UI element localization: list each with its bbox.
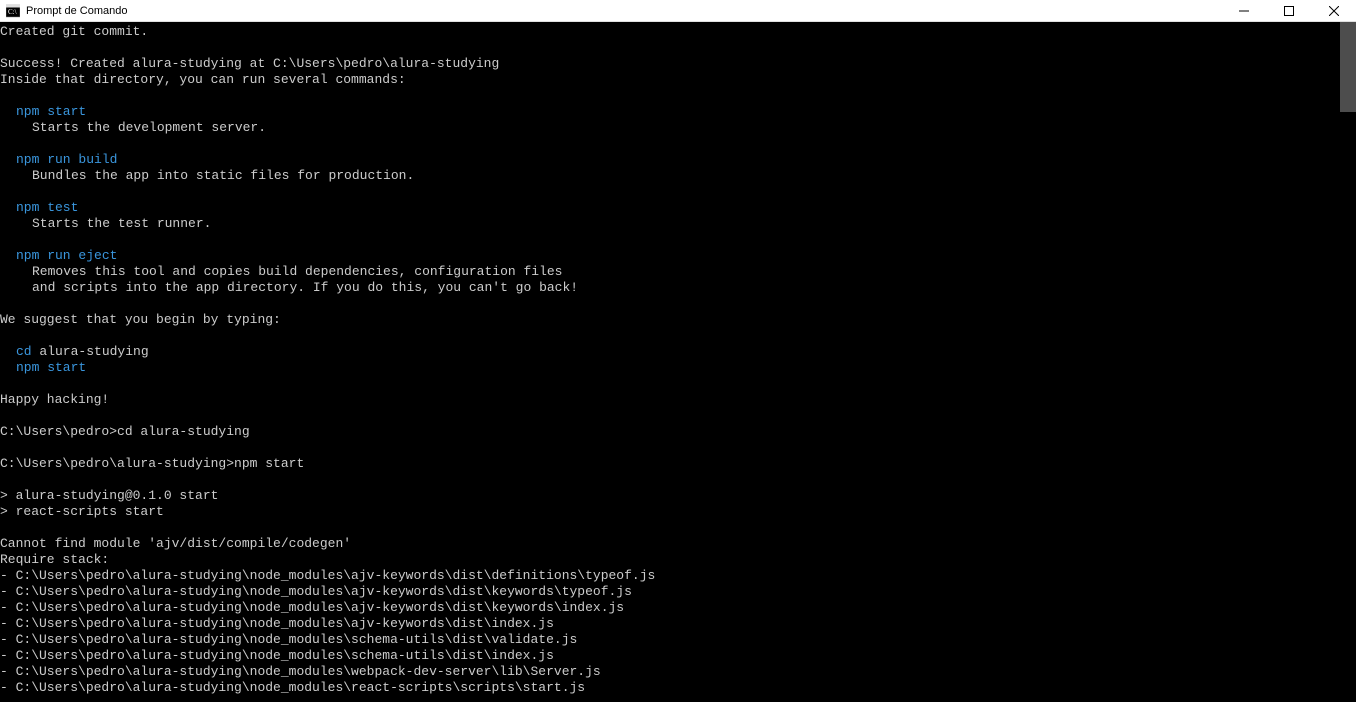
terminal-text: npm run build — [16, 152, 117, 167]
terminal-line: - C:\Users\pedro\alura-studying\node_mod… — [0, 600, 1340, 616]
terminal-line — [0, 472, 1340, 488]
terminal-text: Starts the development server. — [32, 120, 266, 135]
terminal-line: Cannot find module 'ajv/dist/compile/cod… — [0, 536, 1340, 552]
terminal-text: - C:\Users\pedro\alura-studying\node_mod… — [0, 648, 554, 663]
terminal-line: Starts the test runner. — [0, 216, 1340, 232]
terminal-line: - C:\Users\pedro\alura-studying\node_mod… — [0, 648, 1340, 664]
terminal-text: npm start — [16, 360, 86, 375]
terminal-text: Bundles the app into static files for pr… — [32, 168, 414, 183]
terminal-line — [0, 376, 1340, 392]
terminal-text: Inside that directory, you can run sever… — [0, 72, 406, 87]
terminal-text: npm start — [16, 104, 86, 119]
terminal-line: Success! Created alura-studying at C:\Us… — [0, 56, 1340, 72]
terminal-line — [0, 88, 1340, 104]
terminal-line — [0, 232, 1340, 248]
cmd-icon: C:\ — [6, 4, 20, 18]
terminal-line: - C:\Users\pedro\alura-studying\node_mod… — [0, 664, 1340, 680]
terminal-text: - C:\Users\pedro\alura-studying\node_mod… — [0, 616, 554, 631]
terminal-line — [0, 136, 1340, 152]
terminal-line: Starts the development server. — [0, 120, 1340, 136]
terminal-text: cd — [16, 344, 39, 359]
terminal-text: Success! Created alura-studying at C:\Us… — [0, 56, 499, 71]
maximize-button[interactable] — [1266, 0, 1311, 22]
terminal-text: Created git commit. — [0, 24, 148, 39]
terminal-text: - C:\Users\pedro\alura-studying\node_mod… — [0, 568, 655, 583]
terminal-line: - C:\Users\pedro\alura-studying\node_mod… — [0, 680, 1340, 696]
terminal-line: C:\Users\pedro\alura-studying>npm start — [0, 456, 1340, 472]
titlebar-left: C:\ Prompt de Comando — [6, 4, 128, 18]
terminal-text: - C:\Users\pedro\alura-studying\node_mod… — [0, 600, 624, 615]
terminal-line: - C:\Users\pedro\alura-studying\node_mod… — [0, 632, 1340, 648]
terminal-line — [0, 40, 1340, 56]
terminal-line: npm test — [0, 200, 1340, 216]
terminal-line: and scripts into the app directory. If y… — [0, 280, 1340, 296]
scrollbar-thumb[interactable] — [1340, 22, 1356, 112]
terminal-line: > react-scripts start — [0, 504, 1340, 520]
terminal-text: npm test — [16, 200, 78, 215]
terminal-text: C:\Users\pedro\alura-studying>npm start — [0, 456, 304, 471]
window-title: Prompt de Comando — [26, 5, 128, 17]
terminal-text: alura-studying — [39, 344, 148, 359]
terminal-text: - C:\Users\pedro\alura-studying\node_mod… — [0, 584, 632, 599]
terminal-text: C:\Users\pedro>cd alura-studying — [0, 424, 250, 439]
window-controls — [1221, 0, 1356, 22]
terminal-line: Happy hacking! — [0, 392, 1340, 408]
window-titlebar: C:\ Prompt de Comando — [0, 0, 1356, 22]
terminal-line: - C:\Users\pedro\alura-studying\node_mod… — [0, 568, 1340, 584]
terminal-line — [0, 520, 1340, 536]
terminal-line — [0, 408, 1340, 424]
terminal-line — [0, 440, 1340, 456]
terminal-text: Cannot find module 'ajv/dist/compile/cod… — [0, 536, 351, 551]
terminal-line: npm start — [0, 360, 1340, 376]
terminal-line: npm run eject — [0, 248, 1340, 264]
terminal-text: - C:\Users\pedro\alura-studying\node_mod… — [0, 680, 585, 695]
terminal-line: C:\Users\pedro>cd alura-studying — [0, 424, 1340, 440]
terminal-line: Require stack: — [0, 552, 1340, 568]
terminal-line — [0, 328, 1340, 344]
terminal-container: Created git commit. Success! Created alu… — [0, 22, 1356, 702]
terminal-line: > alura-studying@0.1.0 start — [0, 488, 1340, 504]
scrollbar-vertical[interactable] — [1340, 22, 1356, 702]
terminal-line: Created git commit. — [0, 24, 1340, 40]
terminal-line: Removes this tool and copies build depen… — [0, 264, 1340, 280]
terminal-line: npm start — [0, 104, 1340, 120]
terminal-line: npm run build — [0, 152, 1340, 168]
terminal-text: Starts the test runner. — [32, 216, 211, 231]
terminal-text: Happy hacking! — [0, 392, 109, 407]
terminal-text: - C:\Users\pedro\alura-studying\node_mod… — [0, 664, 601, 679]
terminal-line: - C:\Users\pedro\alura-studying\node_mod… — [0, 584, 1340, 600]
terminal-line: We suggest that you begin by typing: — [0, 312, 1340, 328]
terminal-line: Inside that directory, you can run sever… — [0, 72, 1340, 88]
terminal-text: and scripts into the app directory. If y… — [32, 280, 578, 295]
terminal-text: Removes this tool and copies build depen… — [32, 264, 563, 279]
terminal-line: - C:\Users\pedro\alura-studying\node_mod… — [0, 616, 1340, 632]
minimize-button[interactable] — [1221, 0, 1266, 22]
terminal-text: - C:\Users\pedro\alura-studying\node_mod… — [0, 632, 577, 647]
terminal-text: > react-scripts start — [0, 504, 164, 519]
terminal-line: Bundles the app into static files for pr… — [0, 168, 1340, 184]
terminal-output[interactable]: Created git commit. Success! Created alu… — [0, 22, 1340, 702]
terminal-line — [0, 296, 1340, 312]
terminal-text: We suggest that you begin by typing: — [0, 312, 281, 327]
svg-text:C:\: C:\ — [8, 8, 17, 16]
terminal-line: cd alura-studying — [0, 344, 1340, 360]
terminal-text: Require stack: — [0, 552, 109, 567]
close-button[interactable] — [1311, 0, 1356, 22]
terminal-line — [0, 184, 1340, 200]
terminal-text: npm run eject — [16, 248, 117, 263]
terminal-text: > alura-studying@0.1.0 start — [0, 488, 218, 503]
